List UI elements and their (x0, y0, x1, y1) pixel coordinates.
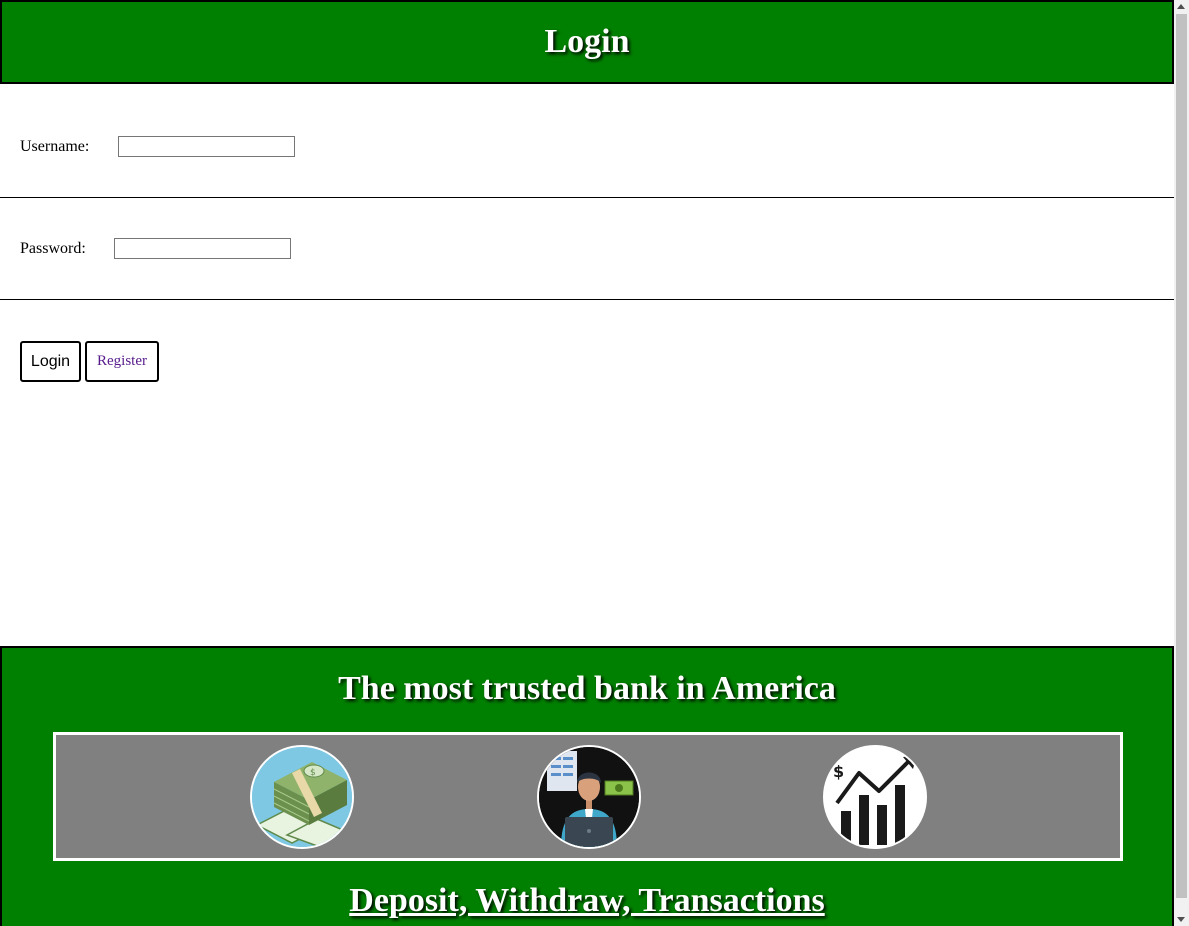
page-title: Login (544, 23, 630, 60)
username-input[interactable] (118, 136, 295, 157)
divider (0, 299, 1174, 300)
divider (0, 197, 1174, 198)
scrollbar-thumb[interactable] (1176, 14, 1187, 898)
header-banner: Login (0, 0, 1174, 84)
password-row: Password: (20, 238, 291, 259)
svg-text:$: $ (310, 768, 316, 778)
feature-image-strip: $ $ (53, 732, 1123, 861)
username-label: Username: (20, 137, 90, 155)
password-label: Password: (20, 239, 86, 257)
footer-banner: The most trusted bank in America $ $ Dep… (0, 646, 1174, 926)
login-button[interactable]: Login (20, 341, 81, 382)
scroll-up-icon[interactable] (1177, 4, 1185, 9)
username-row: Username: (20, 136, 295, 157)
tagline: The most trusted bank in America (338, 670, 836, 707)
vertical-scrollbar[interactable] (1174, 0, 1189, 926)
features-link[interactable]: Deposit, Withdraw, Transactions (2, 882, 1172, 920)
scroll-down-icon[interactable] (1177, 917, 1185, 922)
money-stack-icon: $ (250, 745, 354, 849)
password-input[interactable] (114, 238, 291, 259)
banker-with-laptop-icon (537, 745, 641, 849)
register-button[interactable]: Register (85, 341, 159, 382)
svg-text:$: $ (833, 762, 844, 781)
growth-chart-icon: $ (823, 745, 927, 849)
page: Login Username: Password: Login Register… (0, 0, 1174, 926)
